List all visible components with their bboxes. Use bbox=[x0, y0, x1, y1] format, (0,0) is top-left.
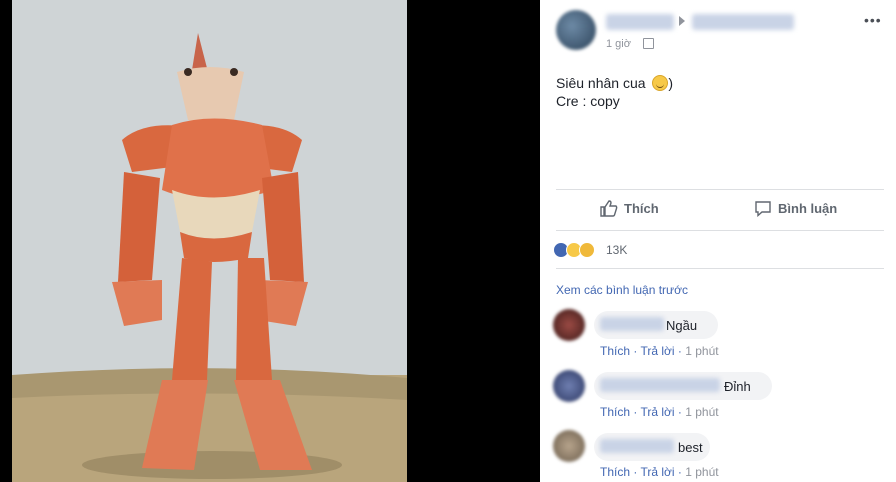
comment-time[interactable]: 1 phút bbox=[685, 465, 718, 479]
view-previous-comments-link[interactable]: Xem các bình luận trước bbox=[556, 283, 688, 297]
commenter-name-blurred[interactable] bbox=[600, 317, 664, 331]
author-avatar[interactable] bbox=[556, 10, 596, 50]
comment-reply-link[interactable]: Trả lời bbox=[640, 465, 674, 479]
post-timestamp[interactable]: 1 giờ bbox=[606, 38, 631, 50]
comment-actions: Thích · Trả lời · 1 phút bbox=[600, 465, 719, 479]
comment-like-link[interactable]: Thích bbox=[600, 405, 630, 419]
wow-reaction-icon bbox=[579, 242, 595, 258]
like-button[interactable]: Thích bbox=[600, 200, 659, 217]
divider bbox=[556, 268, 884, 269]
comment-button[interactable]: Bình luận bbox=[754, 200, 837, 217]
like-label: Thích bbox=[624, 201, 659, 216]
comment-actions: Thích · Trả lời · 1 phút bbox=[600, 405, 719, 419]
comment-label: Bình luận bbox=[778, 201, 838, 216]
crab-robot-figure-image bbox=[12, 0, 407, 482]
comment-like-link[interactable]: Thích bbox=[600, 344, 630, 358]
comment-reply-link[interactable]: Trả lời bbox=[640, 344, 674, 358]
photo-pane bbox=[0, 0, 540, 482]
comment-text: Đỉnh bbox=[724, 379, 751, 394]
facebook-photo-viewer: 1 giờ ••• Siêu nhân cua ) Cre : copy Thí… bbox=[0, 0, 896, 482]
comment-reply-link[interactable]: Trả lời bbox=[640, 405, 674, 419]
post-text: Siêu nhân cua bbox=[556, 75, 646, 91]
thumbs-up-icon bbox=[600, 200, 618, 217]
reaction-count[interactable]: 13K bbox=[606, 243, 627, 257]
comment-icon bbox=[755, 201, 771, 217]
comment-actions: Thích · Trả lời · 1 phút bbox=[600, 344, 719, 358]
author-name-blurred[interactable] bbox=[606, 14, 674, 30]
post-photo[interactable] bbox=[12, 0, 407, 482]
caret-right-icon bbox=[679, 16, 685, 26]
commenter-name-blurred[interactable] bbox=[600, 439, 674, 453]
post-text-line-2: Cre : copy bbox=[556, 93, 620, 109]
audience-icon bbox=[643, 38, 654, 49]
more-options-icon[interactable]: ••• bbox=[864, 12, 882, 28]
divider bbox=[556, 230, 884, 231]
post-text-suffix: ) bbox=[668, 75, 674, 91]
comment-text: Ngầu bbox=[666, 318, 698, 333]
comment-time[interactable]: 1 phút bbox=[685, 344, 718, 358]
divider bbox=[556, 189, 884, 190]
smile-emoji-icon bbox=[652, 75, 669, 91]
post-text-line-1: Siêu nhân cua ) bbox=[556, 75, 673, 91]
group-name-blurred[interactable] bbox=[692, 14, 794, 30]
commenter-avatar[interactable] bbox=[553, 430, 585, 462]
comment-text: best bbox=[678, 440, 703, 455]
commenter-avatar[interactable] bbox=[553, 309, 585, 341]
commenter-name-blurred[interactable] bbox=[600, 378, 720, 392]
comment-time[interactable]: 1 phút bbox=[685, 405, 718, 419]
commenter-avatar[interactable] bbox=[553, 370, 585, 402]
comment-like-link[interactable]: Thích bbox=[600, 465, 630, 479]
